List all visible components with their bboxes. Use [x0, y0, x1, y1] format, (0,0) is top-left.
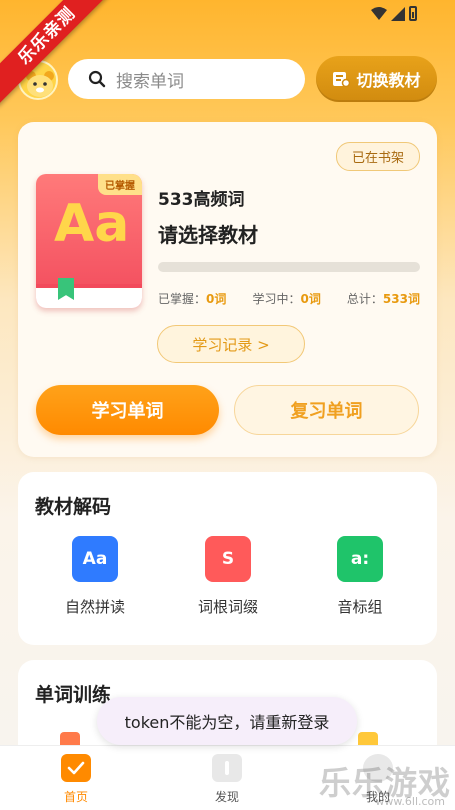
search-input[interactable]: 搜索单词 — [68, 59, 305, 99]
switch-textbook-button[interactable]: 切换教材 — [316, 56, 437, 102]
book-name: 533高频词 — [158, 190, 245, 210]
current-book-card: 已在书架 Aa 已掌握 533高频词 请选择教材 已掌握：0词 学习中：0词 总… — [18, 122, 437, 457]
toast-message: token不能为空，请重新登录 — [97, 697, 357, 745]
book-cover-glyph: Aa — [54, 194, 130, 254]
stat-learning: 学习中：0词 — [252, 292, 321, 306]
select-textbook-tip[interactable]: 请选择教材 — [158, 219, 258, 248]
tab-home[interactable]: 首页 — [41, 754, 111, 805]
book-pages — [36, 284, 142, 308]
home-icon — [61, 754, 91, 782]
textbook-icon — [333, 72, 351, 87]
textbook-decode-card: 教材解码 Aa 自然拼读 S 词根词缀 a: 音标组 — [18, 472, 437, 645]
signal-icon — [391, 6, 405, 21]
review-words-button[interactable]: 复习单词 — [234, 385, 419, 435]
mastered-tag: 已掌握 — [98, 174, 142, 195]
discover-icon — [212, 754, 242, 782]
section-title-training: 单词训练 — [35, 684, 112, 706]
study-record-button[interactable]: 学习记录 > — [157, 325, 305, 363]
stat-mastered: 已掌握：0词 — [158, 292, 227, 306]
decode-item-phonetic-group[interactable]: a: 音标组 — [315, 536, 405, 617]
tab-home-label: 首页 — [63, 790, 88, 804]
word-stats: 已掌握：0词 学习中：0词 总计：533词 — [158, 290, 420, 307]
tab-discover[interactable]: 发现 — [192, 754, 262, 805]
decode-item-phonics[interactable]: Aa 自然拼读 — [50, 536, 140, 617]
phonetic-group-icon: a: — [337, 536, 383, 582]
roots-affixes-icon: S — [205, 536, 251, 582]
study-words-button[interactable]: 学习单词 — [36, 385, 219, 435]
stat-total: 总计：533词 — [346, 292, 420, 306]
watermark-url: www.6ll.com — [375, 795, 445, 808]
book-cover[interactable]: Aa 已掌握 — [36, 174, 142, 308]
phonics-icon: Aa — [72, 536, 118, 582]
section-title-decode: 教材解码 — [35, 496, 112, 518]
switch-textbook-label: 切换教材 — [356, 71, 421, 90]
wifi-icon — [371, 6, 387, 20]
search-icon — [88, 70, 106, 88]
decode-item-roots-affixes[interactable]: S 词根词缀 — [183, 536, 273, 617]
learning-progress-bar — [158, 262, 420, 272]
status-icons — [371, 6, 417, 21]
tab-discover-label: 发现 — [214, 790, 239, 804]
battery-icon — [409, 6, 417, 21]
search-placeholder: 搜索单词 — [116, 71, 184, 92]
on-shelf-badge: 已在书架 — [335, 142, 420, 171]
